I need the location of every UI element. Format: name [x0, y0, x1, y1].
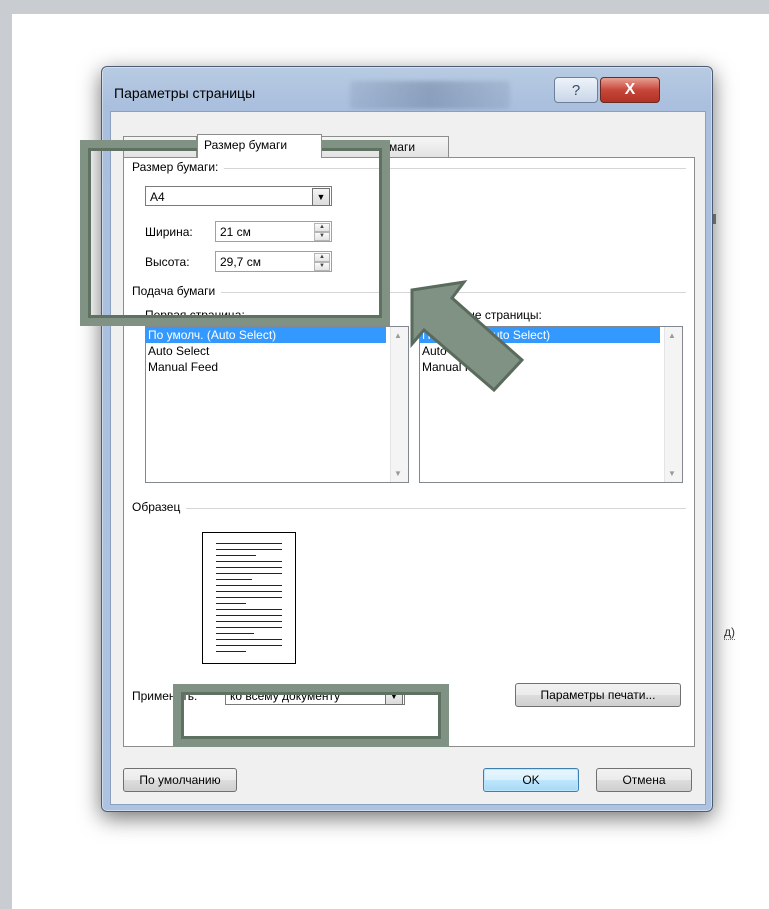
arrow-pointer-shape	[410, 279, 525, 393]
arrow-pointer-icon	[410, 279, 525, 393]
tab-paper-size[interactable]: Размер бумаги	[197, 134, 322, 158]
